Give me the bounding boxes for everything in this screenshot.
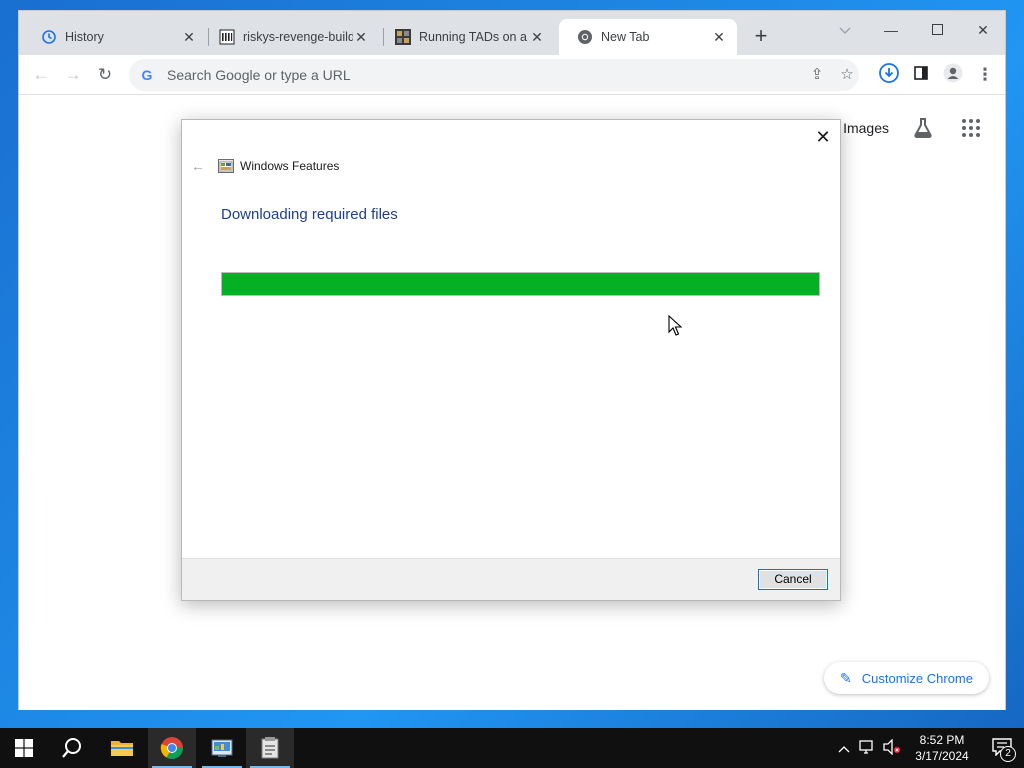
clock-date: 3/17/2024: [915, 749, 969, 763]
chrome-taskbar-button[interactable]: [148, 728, 196, 768]
tab-title: New Tab: [601, 30, 650, 44]
chrome-icon: [578, 30, 592, 44]
menu-button[interactable]: ⋮: [973, 63, 997, 87]
installer-icon: [261, 737, 279, 759]
labs-icon[interactable]: [911, 116, 935, 140]
dialog-footer: Cancel: [182, 558, 840, 600]
minimize-button[interactable]: —: [871, 17, 911, 43]
control-panel-icon: [211, 739, 233, 757]
start-icon: [15, 739, 33, 757]
search-icon: [62, 738, 81, 758]
control-panel-taskbar-button[interactable]: [198, 728, 246, 768]
tab-history[interactable]: History ✕: [23, 19, 207, 55]
share-icon[interactable]: ⇪: [807, 65, 827, 85]
clock[interactable]: 8:52 PM 3/17/2024: [904, 732, 980, 764]
back-arrow-icon[interactable]: ←: [190, 158, 206, 174]
system-tray: 8:52 PM 3/17/2024 2: [832, 728, 1024, 768]
customize-chrome-button[interactable]: ✎ Customize Chrome: [824, 662, 989, 694]
dialog-header: ← Windows Features: [190, 156, 339, 176]
chevron-up-icon[interactable]: [832, 741, 856, 756]
notification-badge: 2: [1000, 745, 1016, 762]
reload-button[interactable]: ↻: [93, 63, 117, 87]
tab-title: History: [65, 30, 104, 44]
address-input[interactable]: [167, 67, 727, 83]
chrome-icon: [160, 737, 183, 759]
windows-features-dialog: ✕ ← Windows Features Downloading require…: [181, 119, 841, 601]
file-explorer-button[interactable]: [98, 728, 146, 768]
progress-fill: [222, 273, 819, 295]
tab-title: riskys-revenge-builds: [243, 30, 353, 44]
tab-search-chevron-icon[interactable]: [825, 17, 865, 43]
close-icon[interactable]: ✕: [529, 29, 545, 45]
cancel-button[interactable]: Cancel: [758, 569, 828, 590]
installer-taskbar-button[interactable]: [246, 728, 294, 768]
download-icon: [879, 63, 899, 83]
file-explorer-icon: [111, 741, 133, 756]
taskbar: 8:52 PM 3/17/2024 2: [0, 728, 1024, 768]
action-center-button[interactable]: 2: [980, 737, 1024, 762]
forward-button[interactable]: →: [61, 63, 85, 87]
dialog-close-button[interactable]: ✕: [812, 126, 834, 148]
maximize-button[interactable]: [917, 17, 957, 43]
apps-grid-icon[interactable]: [961, 118, 981, 138]
pencil-icon: ✎: [840, 669, 852, 686]
progress-bar: [221, 272, 820, 296]
browser-toolbar: ← → ↻ G ⇪ ☆ ⋮: [19, 55, 1005, 95]
dialog-title: Windows Features: [240, 159, 340, 173]
close-icon[interactable]: ✕: [353, 29, 369, 45]
clock-time: 8:52 PM: [919, 733, 965, 747]
google-icon: G: [141, 67, 153, 83]
tab-strip: History ✕ riskys-revenge-builds ✕ Runnin…: [19, 11, 1005, 55]
bookmark-star-icon[interactable]: ☆: [837, 65, 857, 85]
search-button[interactable]: [48, 728, 96, 768]
tads-icon: [395, 29, 411, 45]
new-tab-button[interactable]: +: [749, 25, 773, 49]
start-button[interactable]: [0, 728, 48, 768]
side-panel-button[interactable]: [909, 63, 933, 87]
images-link[interactable]: Images: [843, 120, 889, 136]
bank-icon: [219, 29, 235, 45]
close-icon[interactable]: ✕: [181, 29, 197, 45]
mouse-cursor-icon: [668, 315, 682, 336]
close-window-button[interactable]: ✕: [963, 17, 1003, 43]
customize-chrome-label: Customize Chrome: [861, 670, 973, 686]
omnibox[interactable]: G ⇪ ☆: [129, 59, 859, 91]
volume-muted-icon[interactable]: [880, 737, 904, 758]
tab-new-tab[interactable]: New Tab ✕: [559, 19, 737, 55]
network-icon[interactable]: [856, 739, 880, 758]
close-icon[interactable]: ✕: [711, 29, 727, 45]
dialog-heading: Downloading required files: [221, 206, 398, 223]
tab-riskys-revenge[interactable]: riskys-revenge-builds ✕: [201, 19, 379, 55]
profile-button[interactable]: [941, 63, 965, 87]
avatar-icon: [943, 63, 963, 83]
tab-title: Running TADs on a re: [419, 30, 529, 44]
download-button[interactable]: [877, 63, 901, 87]
windows-features-icon: [218, 159, 234, 173]
side-panel-icon: [914, 66, 928, 80]
history-icon: [42, 30, 56, 44]
back-button[interactable]: ←: [29, 63, 53, 87]
tab-running-tads[interactable]: Running TADs on a re ✕: [377, 19, 555, 55]
